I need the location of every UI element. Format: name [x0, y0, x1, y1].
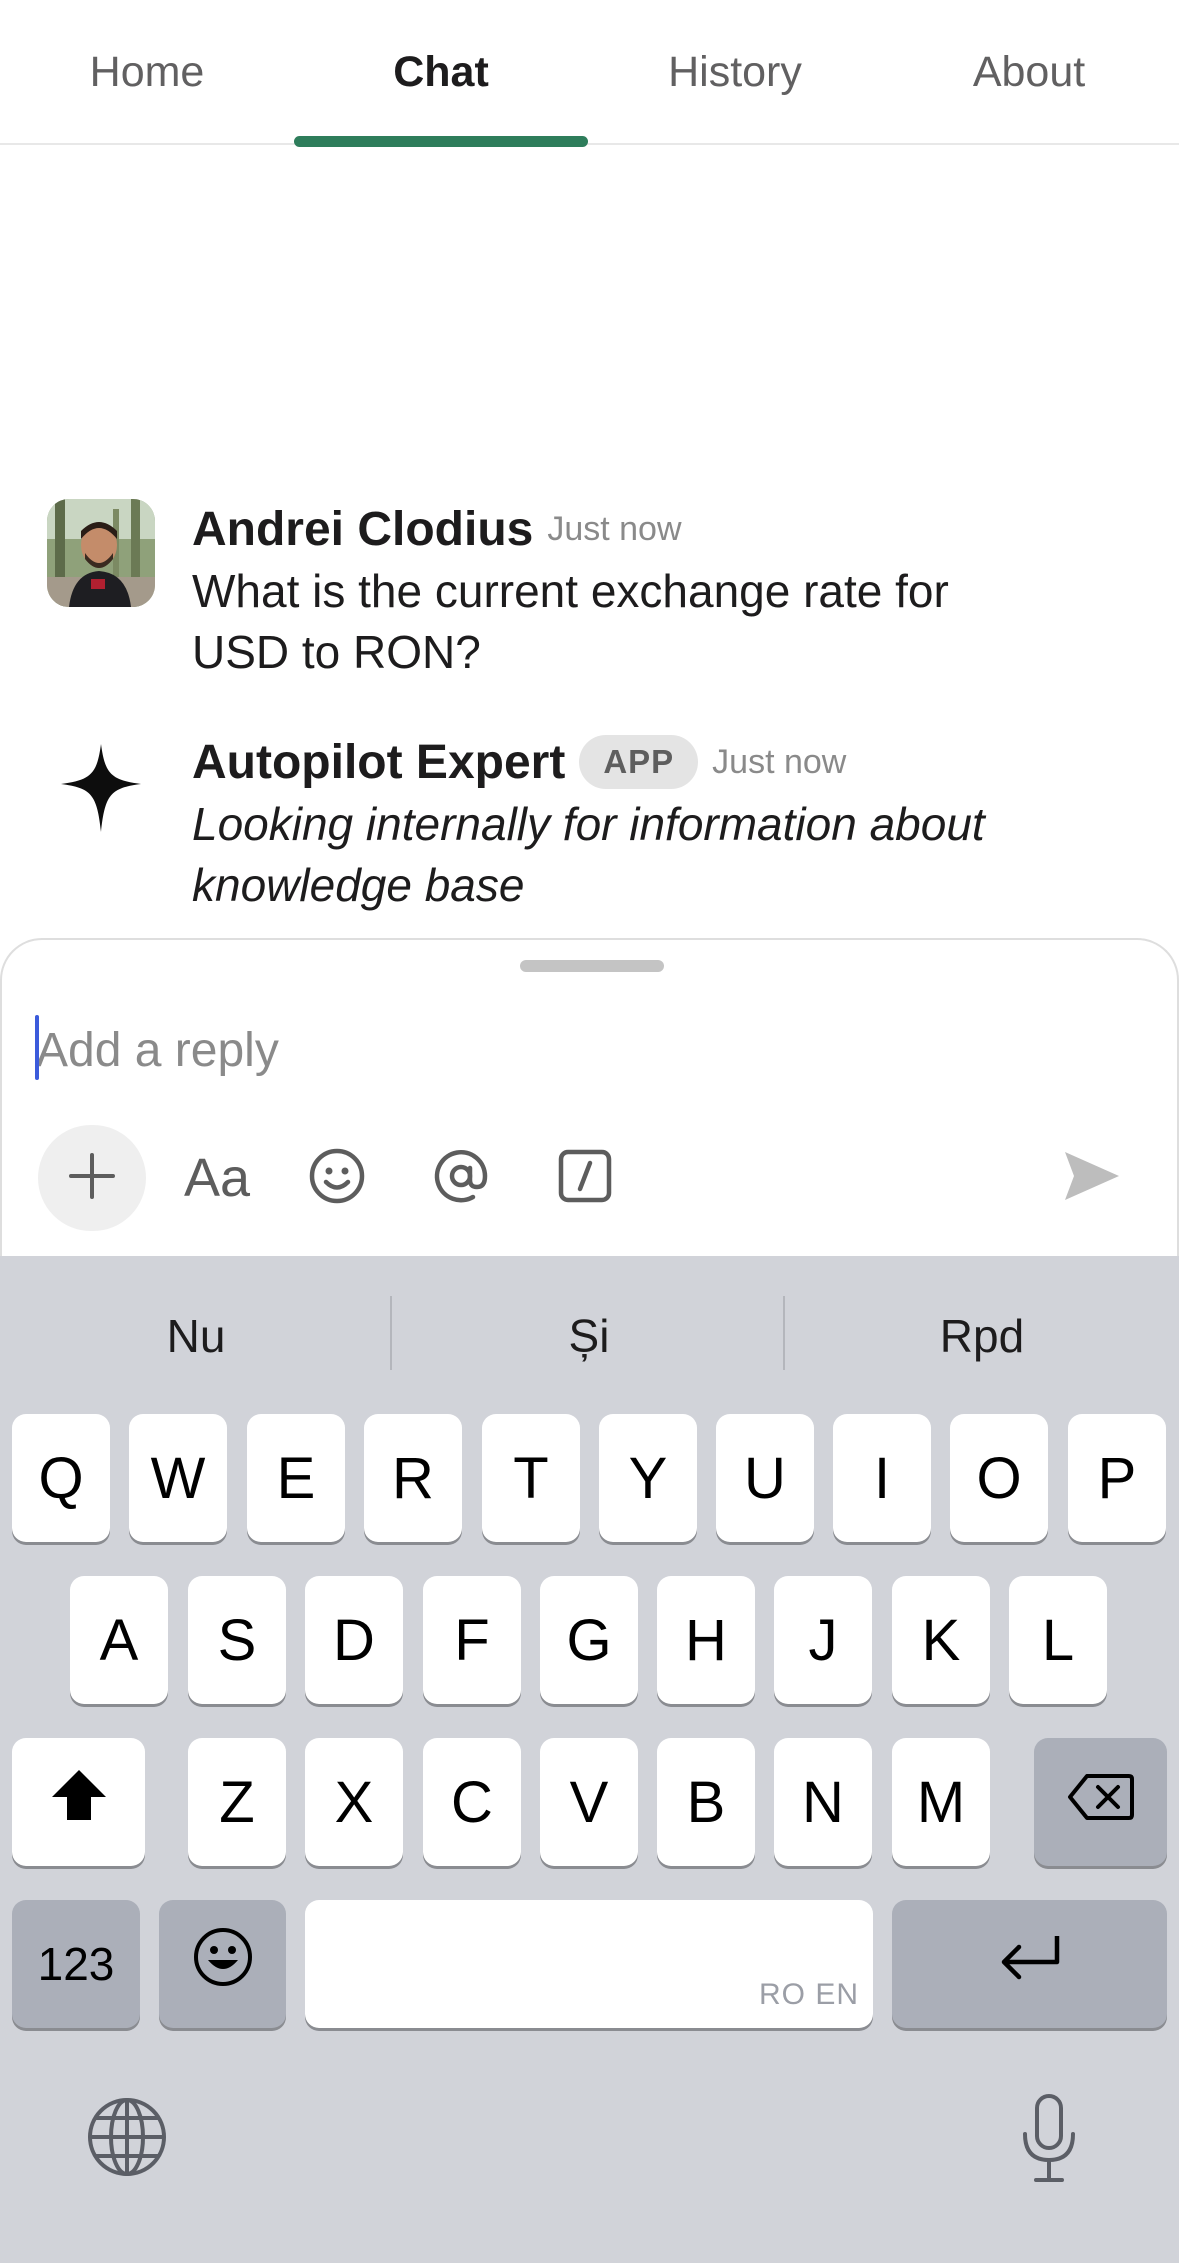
key-x[interactable]: X: [305, 1738, 403, 1866]
message-text-line: USD to RON?: [192, 626, 481, 678]
globe-language-button[interactable]: [84, 2096, 170, 2182]
emoji-icon: [308, 1147, 366, 1210]
key-k[interactable]: K: [892, 1576, 990, 1704]
key-d[interactable]: D: [305, 1576, 403, 1704]
key-h[interactable]: H: [657, 1576, 755, 1704]
mention-button[interactable]: [428, 1125, 494, 1231]
app-badge: APP: [579, 735, 699, 789]
message-timestamp: Just now: [547, 509, 682, 548]
tab-history[interactable]: History: [588, 0, 882, 145]
slash-command-button[interactable]: [552, 1125, 618, 1231]
message-text: What is the current exchange rate for US…: [192, 561, 1139, 683]
suggestion-divider: [783, 1296, 785, 1370]
message-text-line: knowledge base: [192, 859, 525, 911]
slash-command-icon: [557, 1148, 613, 1209]
suggestion-item[interactable]: Și: [393, 1256, 785, 1416]
language-hint: RO EN: [758, 1978, 859, 2011]
text-caret: [35, 1015, 39, 1080]
key-l[interactable]: L: [1009, 1576, 1107, 1704]
tab-home[interactable]: Home: [0, 0, 294, 145]
key-w[interactable]: W: [129, 1414, 227, 1542]
suggestion-item[interactable]: Rpd: [786, 1256, 1178, 1416]
space-key[interactable]: RO EN: [305, 1900, 873, 2028]
key-c[interactable]: C: [423, 1738, 521, 1866]
return-icon: [997, 1931, 1063, 1998]
key-m[interactable]: M: [892, 1738, 990, 1866]
key-p[interactable]: P: [1068, 1414, 1166, 1542]
key-n[interactable]: N: [774, 1738, 872, 1866]
avatar[interactable]: [47, 499, 155, 607]
key-g[interactable]: G: [540, 1576, 638, 1704]
key-q[interactable]: Q: [12, 1414, 110, 1542]
key-e[interactable]: E: [247, 1414, 345, 1542]
globe-icon: [86, 2096, 168, 2183]
key-s[interactable]: S: [188, 1576, 286, 1704]
key-i[interactable]: I: [833, 1414, 931, 1542]
numbers-key[interactable]: 123: [12, 1900, 140, 2028]
text-format-button[interactable]: Aa: [178, 1125, 256, 1231]
emoji-icon: [192, 1926, 254, 2002]
return-key[interactable]: [892, 1900, 1167, 2028]
microphone-icon: [1018, 2092, 1080, 2189]
mention-icon: [431, 1146, 491, 1211]
key-o[interactable]: O: [950, 1414, 1048, 1542]
key-z[interactable]: Z: [188, 1738, 286, 1866]
emoji-keyboard-key[interactable]: [159, 1900, 286, 2028]
backspace-icon: [1067, 1769, 1135, 1836]
author-name[interactable]: Andrei Clodius: [192, 502, 533, 557]
tab-about[interactable]: About: [882, 0, 1176, 145]
onscreen-keyboard: Nu Și Rpd Q W E R T Y U I O P A S D F G …: [0, 1256, 1179, 2263]
dictation-button[interactable]: [1014, 2092, 1084, 2188]
send-button[interactable]: [1056, 1125, 1128, 1231]
tab-chat[interactable]: Chat: [294, 0, 588, 147]
reply-input[interactable]: [36, 1010, 1036, 1090]
text-format-icon: Aa: [183, 1148, 251, 1208]
key-j[interactable]: J: [774, 1576, 872, 1704]
plus-icon: [67, 1151, 117, 1206]
message-text-line: Looking internally for information about: [192, 798, 985, 850]
reply-composer: Aa: [0, 938, 1179, 1256]
send-icon: [1062, 1149, 1122, 1208]
message-text: Looking internally for information about…: [192, 794, 1139, 916]
autopilot-sparkle-icon[interactable]: [47, 734, 155, 842]
suggestion-divider: [390, 1296, 392, 1370]
shift-icon: [49, 1767, 109, 1837]
key-u[interactable]: U: [716, 1414, 814, 1542]
message-text-line: What is the current exchange rate for: [192, 565, 949, 617]
key-b[interactable]: B: [657, 1738, 755, 1866]
tab-bar: Home Chat History About: [0, 0, 1179, 147]
emoji-button[interactable]: [304, 1125, 370, 1231]
app-root: Home Chat History About Andrei Clodius J…: [0, 0, 1179, 2263]
key-v[interactable]: V: [540, 1738, 638, 1866]
key-t[interactable]: T: [482, 1414, 580, 1542]
key-a[interactable]: A: [70, 1576, 168, 1704]
author-name[interactable]: Autopilot Expert: [192, 735, 565, 790]
drag-handle[interactable]: [520, 960, 664, 972]
key-f[interactable]: F: [423, 1576, 521, 1704]
backspace-key[interactable]: [1034, 1738, 1167, 1866]
key-r[interactable]: R: [364, 1414, 462, 1542]
key-y[interactable]: Y: [599, 1414, 697, 1542]
shift-key[interactable]: [12, 1738, 145, 1866]
message-timestamp: Just now: [712, 742, 847, 781]
suggestion-item[interactable]: Nu: [0, 1256, 392, 1416]
add-attachment-button[interactable]: [38, 1125, 146, 1231]
suggestion-bar: Nu Și Rpd: [0, 1256, 1179, 1416]
